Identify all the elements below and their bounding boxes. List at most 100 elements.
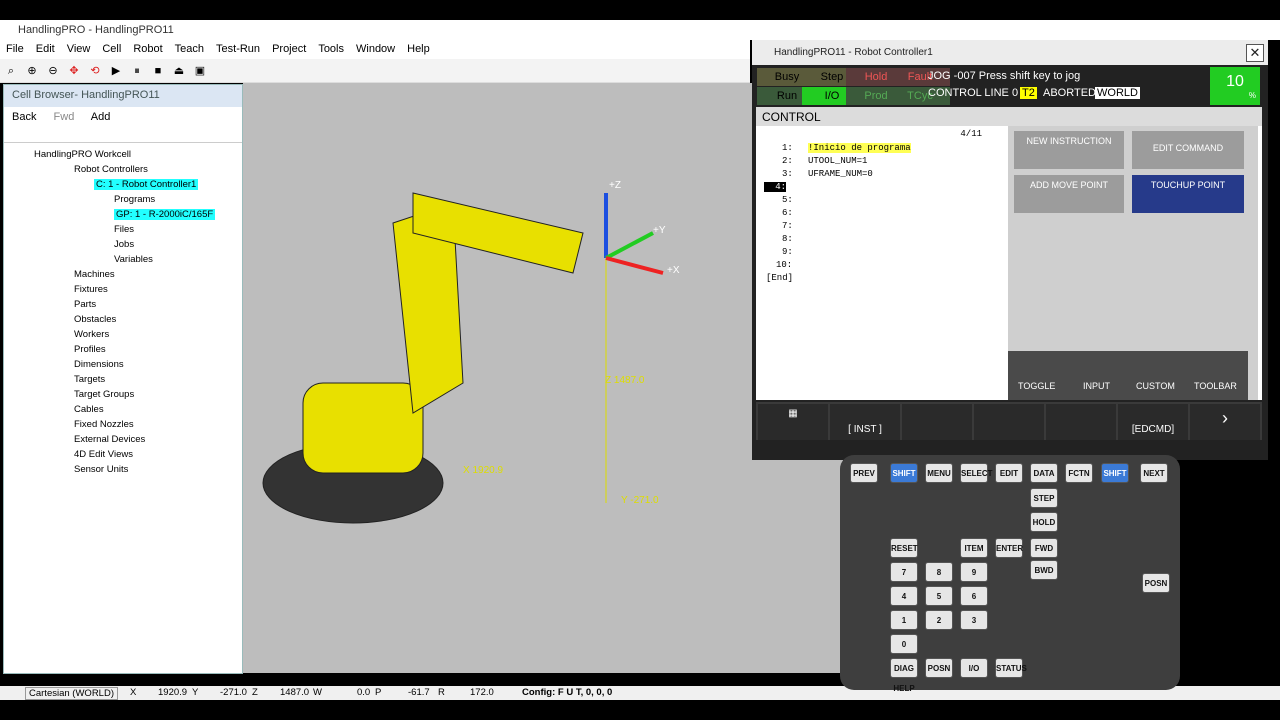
tree-item[interactable]: Targets (4, 372, 242, 387)
tree-item[interactable]: Variables (4, 252, 242, 267)
key-7[interactable]: 7 (890, 562, 918, 582)
toolbar-button[interactable]: TOOLBAR (1194, 381, 1237, 391)
key-2[interactable]: 2 (925, 610, 953, 630)
fwd-button[interactable]: Fwd (54, 111, 75, 123)
status-key[interactable]: STATUS (995, 658, 1027, 678)
key-3[interactable]: 3 (960, 610, 988, 630)
data-key[interactable]: DATA (1030, 463, 1058, 483)
next-key[interactable]: NEXT (1140, 463, 1168, 483)
add-button[interactable]: Add (91, 111, 111, 123)
tree-item[interactable]: Machines (4, 267, 242, 282)
coord-mode-select[interactable]: Cartesian (WORLD) (25, 687, 118, 700)
f-blank-1[interactable] (902, 404, 972, 440)
prev-key[interactable]: PREV (850, 463, 878, 483)
step-key[interactable]: STEP (1030, 488, 1058, 508)
zoom-out-icon[interactable]: ⊖ (45, 64, 61, 78)
select-key[interactable]: SELECT (960, 463, 993, 483)
menu-cell[interactable]: Cell (96, 40, 127, 58)
function-keys: ▦ [ INST ] [EDCMD] › (756, 402, 1262, 440)
tree-item[interactable]: Fixtures (4, 282, 242, 297)
move-icon[interactable]: ✥ (66, 64, 82, 78)
posn-key[interactable]: POSN (925, 658, 953, 678)
tree-item[interactable]: Dimensions (4, 357, 242, 372)
grid-menu-icon[interactable]: ▦ (758, 404, 828, 440)
jog-icon[interactable]: ⟲ (87, 64, 103, 78)
back-button[interactable]: Back (12, 111, 36, 123)
menu-test-run[interactable]: Test-Run (210, 40, 266, 58)
menu-window[interactable]: Window (350, 40, 401, 58)
edit-command-button[interactable]: EDIT COMMAND (1132, 131, 1244, 169)
reset-key[interactable]: RESET (890, 538, 918, 558)
input-button[interactable]: INPUT (1083, 381, 1110, 391)
tree-item[interactable]: Workers (4, 327, 242, 342)
record-icon[interactable]: ▣ (192, 64, 208, 78)
hold-key[interactable]: HOLD (1030, 512, 1058, 532)
play-icon[interactable]: ▶ (108, 64, 124, 78)
key-6[interactable]: 6 (960, 586, 988, 606)
fwd-key[interactable]: FWD (1030, 538, 1058, 558)
enter-key[interactable]: ENTER (995, 538, 1023, 558)
tree-item-controller[interactable]: C: 1 - Robot Controller1 (94, 179, 199, 190)
f-blank-3[interactable] (1046, 404, 1116, 440)
menu-help[interactable]: Help (401, 40, 436, 58)
cell-browser-title: Cell Browser- HandlingPRO11 (4, 85, 242, 107)
item-key[interactable]: ITEM (960, 538, 988, 558)
add-move-point-button[interactable]: ADD MOVE POINT (1014, 175, 1124, 213)
tree-item[interactable]: Parts (4, 297, 242, 312)
menu-tools[interactable]: Tools (312, 40, 350, 58)
window-title: HandlingPRO - HandlingPRO11 (18, 24, 174, 36)
menu-robot[interactable]: Robot (127, 40, 168, 58)
tree-item[interactable]: 4D Edit Views (4, 447, 242, 462)
edit-key[interactable]: EDIT (995, 463, 1023, 483)
tree-item[interactable]: HandlingPRO Workcell (4, 147, 242, 162)
bwd-key[interactable]: BWD (1030, 560, 1058, 580)
tree-item[interactable]: External Devices (4, 432, 242, 447)
tree-item-robot[interactable]: GP: 1 - R-2000iC/165F (114, 209, 216, 220)
tree-item[interactable]: Fixed Nozzles (4, 417, 242, 432)
close-icon[interactable]: ✕ (1246, 44, 1264, 62)
posn-side-key[interactable]: POSN (1142, 573, 1170, 593)
tree-item[interactable]: Programs (4, 192, 242, 207)
diag-help-key[interactable]: DIAG HELP (890, 658, 918, 693)
tree-item[interactable]: Cables (4, 402, 242, 417)
tree-item[interactable]: Files (4, 222, 242, 237)
key-1[interactable]: 1 (890, 610, 918, 630)
key-5[interactable]: 5 (925, 586, 953, 606)
f-blank-2[interactable] (974, 404, 1044, 440)
menu-file[interactable]: File (0, 40, 30, 58)
menu-teach[interactable]: Teach (169, 40, 210, 58)
tree-item[interactable]: Robot Controllers (4, 162, 242, 177)
tree-item[interactable]: Sensor Units (4, 462, 242, 477)
tree-item[interactable]: Profiles (4, 342, 242, 357)
key-4[interactable]: 4 (890, 586, 918, 606)
shift-key-left[interactable]: SHIFT (890, 463, 918, 483)
key-0[interactable]: 0 (890, 634, 918, 654)
menu-view[interactable]: View (61, 40, 97, 58)
f-inst-button[interactable]: [ INST ] (830, 404, 900, 440)
pause-icon[interactable]: ⏸ (129, 64, 145, 78)
dim-x: X 1920.9 (463, 465, 503, 476)
tree-item[interactable]: Target Groups (4, 387, 242, 402)
tree-item[interactable]: Obstacles (4, 312, 242, 327)
io-key[interactable]: I/O (960, 658, 988, 678)
new-instruction-button[interactable]: NEW INSTRUCTION (1014, 131, 1124, 169)
zoom-icon[interactable]: ⌕ (3, 64, 19, 78)
eject-icon[interactable]: ⏏ (171, 64, 187, 78)
menu-key[interactable]: MENU (925, 463, 953, 483)
toggle-button[interactable]: TOGGLE (1018, 381, 1055, 391)
menu-edit[interactable]: Edit (30, 40, 61, 58)
fctn-key[interactable]: FCTN (1065, 463, 1093, 483)
shift-key-right[interactable]: SHIFT (1101, 463, 1129, 483)
robot-waist-icon (302, 382, 424, 474)
f-edcmd-button[interactable]: [EDCMD] (1118, 404, 1188, 440)
touchup-point-button[interactable]: TOUCHUP POINT (1132, 175, 1244, 213)
key-9[interactable]: 9 (960, 562, 988, 582)
chevron-right-icon[interactable]: › (1190, 404, 1260, 440)
pendant-title: HandlingPRO11 - Robot Controller1 (774, 47, 933, 58)
menu-project[interactable]: Project (266, 40, 312, 58)
zoom-in-icon[interactable]: ⊕ (24, 64, 40, 78)
tree-item[interactable]: Jobs (4, 237, 242, 252)
stop-icon[interactable]: ■ (150, 64, 166, 78)
key-8[interactable]: 8 (925, 562, 953, 582)
custom-button[interactable]: CUSTOM (1136, 381, 1175, 391)
